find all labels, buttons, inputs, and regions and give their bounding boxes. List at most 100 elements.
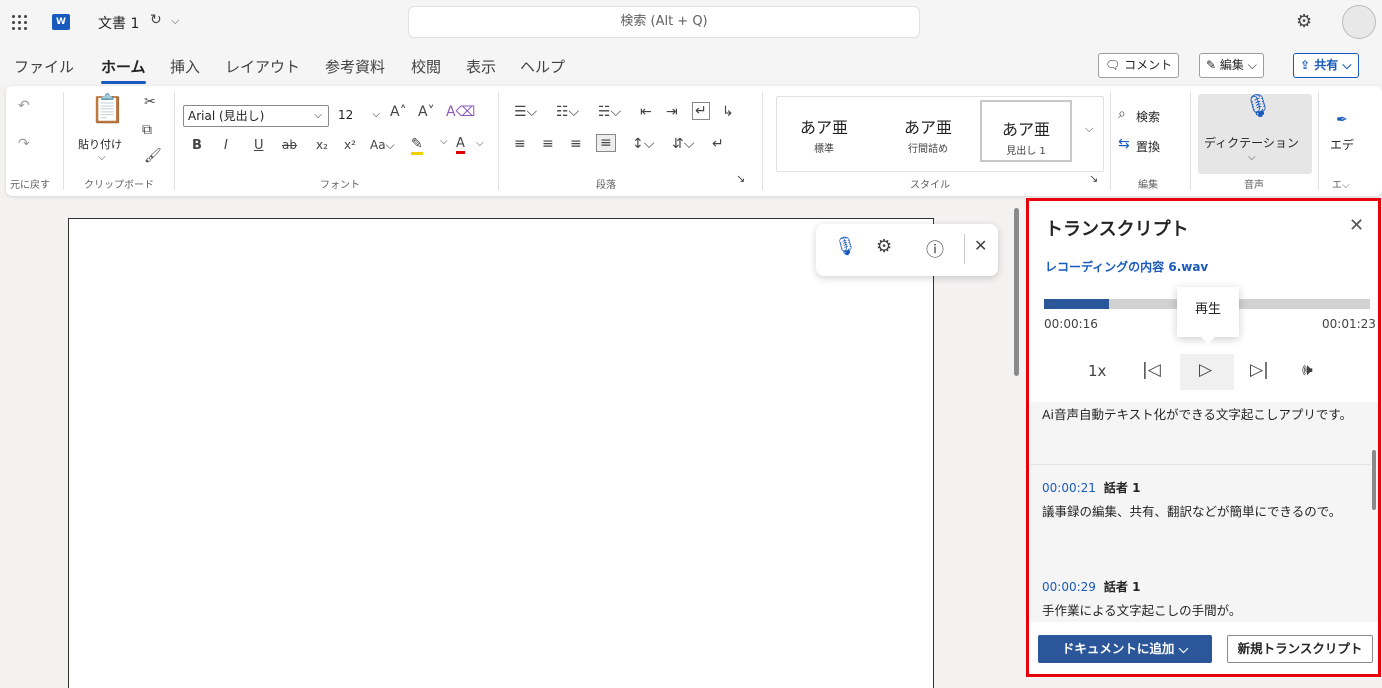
chevron-down-icon[interactable]: ⌵ [1248,152,1256,163]
clipboard-group-label: クリップボード [84,180,154,191]
find-button[interactable]: 検索 [1136,108,1160,125]
document-page[interactable] [68,218,934,688]
bold-icon[interactable]: B [192,138,202,153]
avatar[interactable] [1342,5,1376,39]
undo-icon[interactable]: ↶ [18,98,30,114]
tab-view[interactable]: 表示 [466,56,496,77]
pane-title: トランスクリプト [1045,219,1189,240]
replace-icon: ⇆ [1118,136,1130,152]
transcript-scrollbar[interactable] [1372,450,1376,510]
tab-file[interactable]: ファイル [14,56,74,77]
edit-mode-button[interactable]: ✎ 編集 ⌵ [1199,53,1264,78]
list-item[interactable]: 00:00:21 話者 1 議事録の編集、共有、翻訳などが簡単にできるので。 [1030,464,1370,564]
align-left-icon[interactable]: ≡ [514,136,526,152]
italic-icon[interactable]: I [224,138,228,153]
copy-icon[interactable]: ⧉ [142,122,152,138]
transcript-text: Ai音声自動テキスト化ができる文字起こしアプリです。 [1042,407,1353,422]
list-item[interactable]: Ai音声自動テキスト化ができる文字起こしアプリです。 [1030,402,1370,464]
chevron-down-icon[interactable]: ⌵ [1085,122,1093,136]
subscript-icon[interactable]: x₂ [316,138,328,152]
strikethrough-icon[interactable]: ab [282,138,297,152]
divider [762,92,763,190]
skip-forward-icon[interactable]: ▷| [1250,360,1269,380]
settings-gear-icon[interactable]: ⚙ [1296,11,1312,32]
multilevel-list-icon[interactable]: ☵⌵ [598,104,621,120]
tab-help[interactable]: ヘルプ [520,56,565,77]
timestamp-link[interactable]: 00:00:21 [1042,481,1096,495]
change-case-icon[interactable]: Aa⌵ [370,138,395,153]
font-color-icon[interactable]: A [456,136,465,154]
recording-link[interactable]: レコーディングの内容 6.wav [1045,258,1208,275]
transcript-text: 手作業による文字起こしの手間が。 [1042,603,1242,618]
dialog-launcher-icon[interactable]: ↘ [1089,172,1098,185]
font-name-select[interactable]: Arial (見出し) ⌵ [183,105,329,127]
share-button[interactable]: ⇪ 共有 ⌵ [1293,53,1359,78]
font-group-label: フォント [320,180,360,191]
comment-button[interactable]: 🗨 コメント [1098,53,1180,78]
paste-icon[interactable]: 📋 [90,92,125,125]
transcript-list[interactable]: Ai音声自動テキスト化ができる文字起こしアプリです。 00:00:21 話者 1 … [1030,402,1378,622]
style-heading-1[interactable]: あア亜 見出し 1 [980,100,1072,162]
style-name: 行間詰め [908,144,948,155]
divider [174,92,175,190]
style-no-spacing[interactable]: あア亜 行間詰め [882,100,974,162]
paste-label[interactable]: 貼り付け [78,136,122,152]
help-icon[interactable]: ⓘ [926,236,944,262]
settings-gear-icon[interactable]: ⚙ [876,236,892,257]
cut-icon[interactable]: ✂ [144,94,156,110]
speaker-label: 話者 1 [1103,481,1141,495]
close-icon[interactable]: ✕ [974,236,987,255]
editor-icon[interactable]: ✒ [1336,112,1348,128]
chevron-down-icon[interactable]: ⌵ [440,136,448,147]
font-size-select[interactable]: 12 ⌵ [334,105,382,127]
timestamp-link[interactable]: 00:00:29 [1042,580,1096,594]
playback-speed-button[interactable]: 1x [1088,362,1106,380]
style-normal[interactable]: あア亜 標準 [778,100,870,162]
align-right-icon[interactable]: ≡ [570,136,582,152]
bullets-icon[interactable]: ☰⌵ [514,104,537,120]
clear-formatting-icon[interactable]: A⌫ [446,104,475,120]
shrink-font-icon[interactable]: A˅ [418,104,435,120]
decrease-indent-icon[interactable]: ⇤ [640,104,652,120]
tab-layout[interactable]: レイアウト [225,56,300,77]
numbering-icon[interactable]: ☷⌵ [556,104,579,120]
list-item[interactable]: 00:00:29 話者 1 手作業による文字起こしの手間が。 [1030,564,1370,622]
dialog-launcher-icon[interactable]: ↘ [736,172,745,185]
add-to-document-button[interactable]: ドキュメントに追加 ⌵ [1038,635,1212,663]
volume-icon[interactable]: 🕪 [1302,360,1313,380]
align-center-icon[interactable]: ≡ [542,136,554,152]
skip-back-icon[interactable]: |◁ [1142,360,1161,380]
chevron-down-icon[interactable]: ⌵ [476,138,484,149]
ltr-text-direction-icon[interactable]: ↵ [692,102,710,120]
play-icon[interactable]: ▷ [1199,360,1212,380]
close-icon[interactable]: ✕ [1349,215,1364,236]
chevron-down-icon[interactable]: ⌵ [171,14,179,28]
search-box[interactable]: 検索 (Alt + Q) [408,6,920,38]
replace-button[interactable]: 置換 [1136,138,1160,155]
tab-home[interactable]: ホーム [101,56,146,84]
superscript-icon[interactable]: x² [344,138,356,152]
tab-references[interactable]: 参考資料 [325,56,385,77]
show-formatting-icon[interactable]: ↵ [712,136,724,152]
font-name-value: Arial (見出し) [188,109,265,123]
document-title[interactable]: 文書 1 [98,13,139,33]
paragraph-spacing-icon[interactable]: ⇵⌵ [672,136,694,152]
tab-insert[interactable]: 挿入 [170,56,200,77]
justify-icon[interactable]: ≡ [596,134,616,152]
line-spacing-icon[interactable]: ↕⌵ [632,136,654,152]
redo-icon[interactable]: ↷ [18,136,30,152]
format-painter-icon[interactable]: 🖌 [144,148,162,164]
app-launcher-icon[interactable] [10,13,30,33]
microphone-icon[interactable]: 🎙 [834,236,857,257]
document-scrollbar[interactable] [1014,208,1019,376]
editor-label[interactable]: エデ [1330,136,1354,153]
share-label: 共有 [1314,58,1339,72]
chevron-down-icon[interactable]: ⌵ [98,152,106,163]
grow-font-icon[interactable]: A˄ [390,104,407,120]
highlight-color-icon[interactable]: ✎ [411,136,423,155]
underline-icon[interactable]: U [254,138,264,153]
new-transcript-button[interactable]: 新規トランスクリプト [1227,635,1373,663]
rtl-text-direction-icon[interactable]: ↳ [722,104,734,120]
tab-review[interactable]: 校閲 [411,56,441,77]
increase-indent-icon[interactable]: ⇥ [666,104,678,120]
